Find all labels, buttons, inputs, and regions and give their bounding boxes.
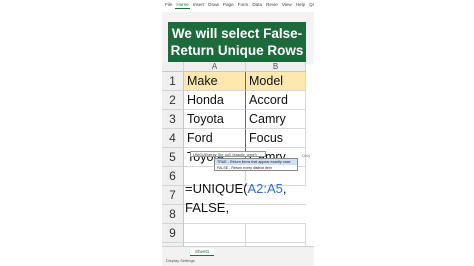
ribbon-tab-draw[interactable]: Draw — [207, 2, 220, 9]
row-header-1[interactable]: 1 — [162, 72, 184, 91]
video-title-banner: We will select False- Return Unique Rows — [168, 22, 306, 62]
formula-prefix: =UNIQUE( — [185, 181, 248, 196]
cell-a2[interactable]: Honda — [184, 91, 246, 110]
dropdown-side-label: Only — [302, 153, 311, 158]
ribbon-tab-file[interactable]: File — [164, 2, 173, 9]
cell-b1[interactable]: Model — [246, 72, 306, 91]
cell-a4[interactable]: Ford — [184, 129, 246, 148]
ribbon-tab-data[interactable]: Data — [251, 2, 263, 9]
row-header-2[interactable]: 2 — [162, 91, 184, 110]
ribbon-tab-quic[interactable]: Quic — [308, 2, 314, 9]
column-header-b[interactable]: B — [246, 62, 306, 72]
ribbon-tabs: File Home Insert Draw Page Form Data Revie View H… — [164, 2, 314, 9]
status-bar: Display Settings — [162, 256, 314, 266]
ribbon-tab-view[interactable]: View — [281, 2, 293, 9]
cell-a1[interactable]: Make — [184, 72, 246, 91]
row-header-6[interactable]: 6 — [162, 167, 184, 186]
ribbon-tab-page[interactable]: Page — [222, 2, 235, 9]
formula-line2: FALSE, — [185, 200, 230, 215]
ribbon-tab-form[interactable]: Form — [237, 2, 250, 9]
row-header-9[interactable]: 9 — [162, 224, 184, 243]
ribbon-tab-help[interactable]: Help — [295, 2, 306, 9]
row-header-7[interactable]: 7 — [162, 186, 184, 205]
column-header-a[interactable]: A — [184, 62, 246, 72]
cell-b9[interactable] — [246, 224, 306, 243]
sheet-tab[interactable]: Sheet1 — [190, 248, 215, 256]
row-header-8[interactable]: 8 — [162, 205, 184, 224]
ribbon-tab-revie[interactable]: Revie — [265, 2, 279, 9]
function-tooltip: UNIQUE(array, [by_col], [exactly_once]) — [190, 151, 266, 157]
cell-b4[interactable]: Focus — [246, 129, 306, 148]
title-line-1: We will select False- — [171, 26, 303, 41]
autocomplete-dropdown[interactable]: TRUE - Return items that appear exactly … — [214, 158, 298, 171]
cell-a7-formula[interactable]: =UNIQUE(A2:A5, FALSE, — [185, 179, 287, 217]
cell-b2[interactable]: Accord — [246, 91, 306, 110]
select-all-corner[interactable] — [162, 62, 184, 72]
formula-range: A2:A5 — [247, 181, 283, 196]
cell-a3[interactable]: Toyota — [184, 110, 246, 129]
ribbon-tab-home[interactable]: Home — [175, 2, 190, 9]
formula-suffix: , — [282, 181, 287, 196]
ribbon-tab-insert[interactable]: Insert — [192, 2, 206, 9]
dropdown-option-false[interactable]: FALSE - Return every distinct item — [215, 165, 297, 171]
cell-a9[interactable] — [184, 224, 246, 243]
cell-b3[interactable]: Camry — [246, 110, 306, 129]
row-header-4[interactable]: 4 — [162, 129, 184, 148]
title-line-2: Return Unique Rows — [170, 43, 304, 58]
row-header-3[interactable]: 3 — [162, 110, 184, 129]
row-header-5[interactable]: 5 — [162, 148, 184, 167]
